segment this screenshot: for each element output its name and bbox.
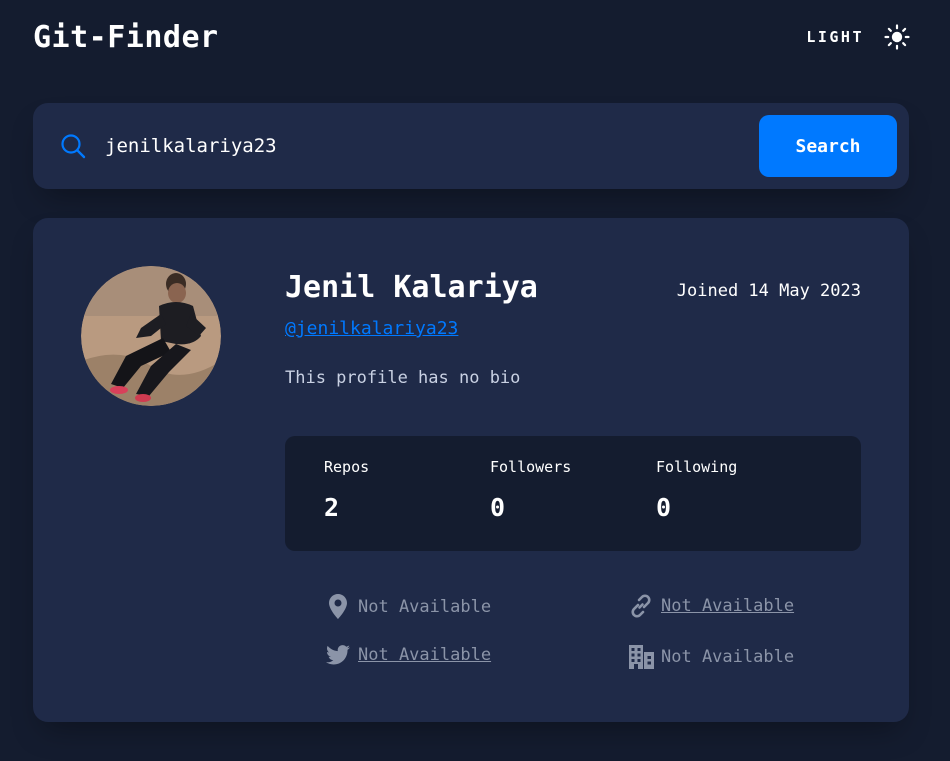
company-text: Not Available (661, 647, 795, 667)
search-icon (61, 134, 86, 159)
company-item: Not Available (621, 645, 794, 669)
search-bar: Search (33, 103, 909, 189)
website-item: Not Available (621, 594, 794, 618)
location-item: Not Available (318, 594, 491, 619)
header: Git-Finder LIGHT (33, 18, 910, 58)
sun-icon (884, 24, 910, 50)
avatar (81, 266, 221, 406)
theme-toggle[interactable]: LIGHT (806, 20, 910, 54)
joined-date: Joined 14 May 2023 (676, 281, 861, 301)
stat-label: Following (656, 458, 738, 476)
twitter-link[interactable]: Not Available (358, 645, 491, 665)
stat-value: 0 (490, 493, 506, 522)
stat-label: Followers (490, 458, 572, 476)
stats-panel: Repos 2 Followers 0 Following 0 (285, 436, 861, 551)
profile-bio: This profile has no bio (285, 368, 521, 388)
stat-value: 0 (656, 493, 672, 522)
location-pin-icon (329, 594, 347, 619)
building-icon (628, 645, 654, 669)
app: Git-Finder LIGHT jenilkalariya23 Search … (0, 0, 950, 761)
stat-followers: Followers 0 (490, 458, 571, 522)
profile-username-link[interactable]: @jenilkalariya23 (285, 318, 458, 339)
link-icon (631, 594, 651, 618)
stat-following: Following 0 (656, 458, 737, 522)
theme-toggle-label: LIGHT (806, 28, 864, 46)
stat-value: 2 (324, 493, 340, 522)
profile-name: Jenil Kalariya (285, 270, 538, 305)
website-link[interactable]: Not Available (661, 596, 794, 616)
twitter-item: Not Available (318, 645, 491, 665)
profile-card: Jenil Kalariya Joined 14 May 2023 @jenil… (33, 218, 909, 722)
location-text: Not Available (358, 596, 492, 617)
search-input[interactable] (105, 127, 745, 165)
stat-repos: Repos 2 (324, 458, 369, 522)
stat-label: Repos (324, 458, 370, 476)
app-logo: Git-Finder (33, 20, 219, 55)
search-button[interactable]: Search (759, 115, 897, 177)
twitter-icon (326, 645, 350, 665)
